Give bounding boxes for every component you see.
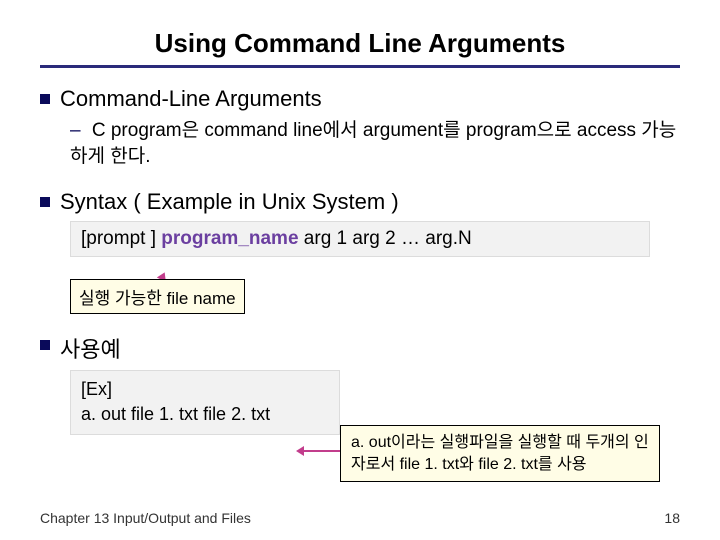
example-label: [Ex] — [81, 377, 329, 402]
section-heading: 사용예 — [60, 332, 121, 364]
example-description: a. out이라는 실행파일을 실행할 때 두개의 인자로서 file 1. t… — [340, 425, 660, 482]
example-command: a. out file 1. txt file 2. txt — [81, 402, 329, 427]
label-wrap: 실행 가능한 file name — [70, 279, 680, 314]
prompt-text: [prompt ] — [81, 228, 161, 249]
bullet-icon — [40, 340, 50, 350]
section-syntax: Syntax ( Example in Unix System ) — [40, 189, 680, 215]
bullet-icon — [40, 94, 50, 104]
example-codebox: [Ex] a. out file 1. txt file 2. txt — [70, 370, 340, 434]
dash-icon: – — [70, 120, 81, 141]
section-cli-args: Command-Line Arguments — [40, 86, 680, 112]
args-text: arg 1 arg 2 … arg.N — [299, 228, 472, 249]
section-heading: Syntax ( Example in Unix System ) — [60, 189, 399, 215]
filename-label: 실행 가능한 file name — [70, 279, 245, 314]
syntax-codebox: [prompt ] program_name arg 1 arg 2 … arg… — [70, 221, 650, 257]
section-example: 사용예 — [40, 332, 680, 364]
body-text: C program은 command line에서 argument를 prog… — [70, 120, 676, 167]
page-number: 18 — [664, 510, 680, 526]
footer-text: Chapter 13 Input/Output and Files — [40, 510, 251, 526]
section-heading: Command-Line Arguments — [60, 86, 322, 112]
arrow-icon — [300, 450, 340, 452]
slide: Using Command Line Arguments Command-Lin… — [0, 0, 720, 540]
bullet-icon — [40, 197, 50, 207]
section-cli-args-body: – C program은 command line에서 argument를 pr… — [70, 118, 680, 169]
arrowhead-icon — [296, 446, 304, 456]
program-name: program_name — [161, 228, 298, 249]
slide-title: Using Command Line Arguments — [40, 28, 680, 68]
